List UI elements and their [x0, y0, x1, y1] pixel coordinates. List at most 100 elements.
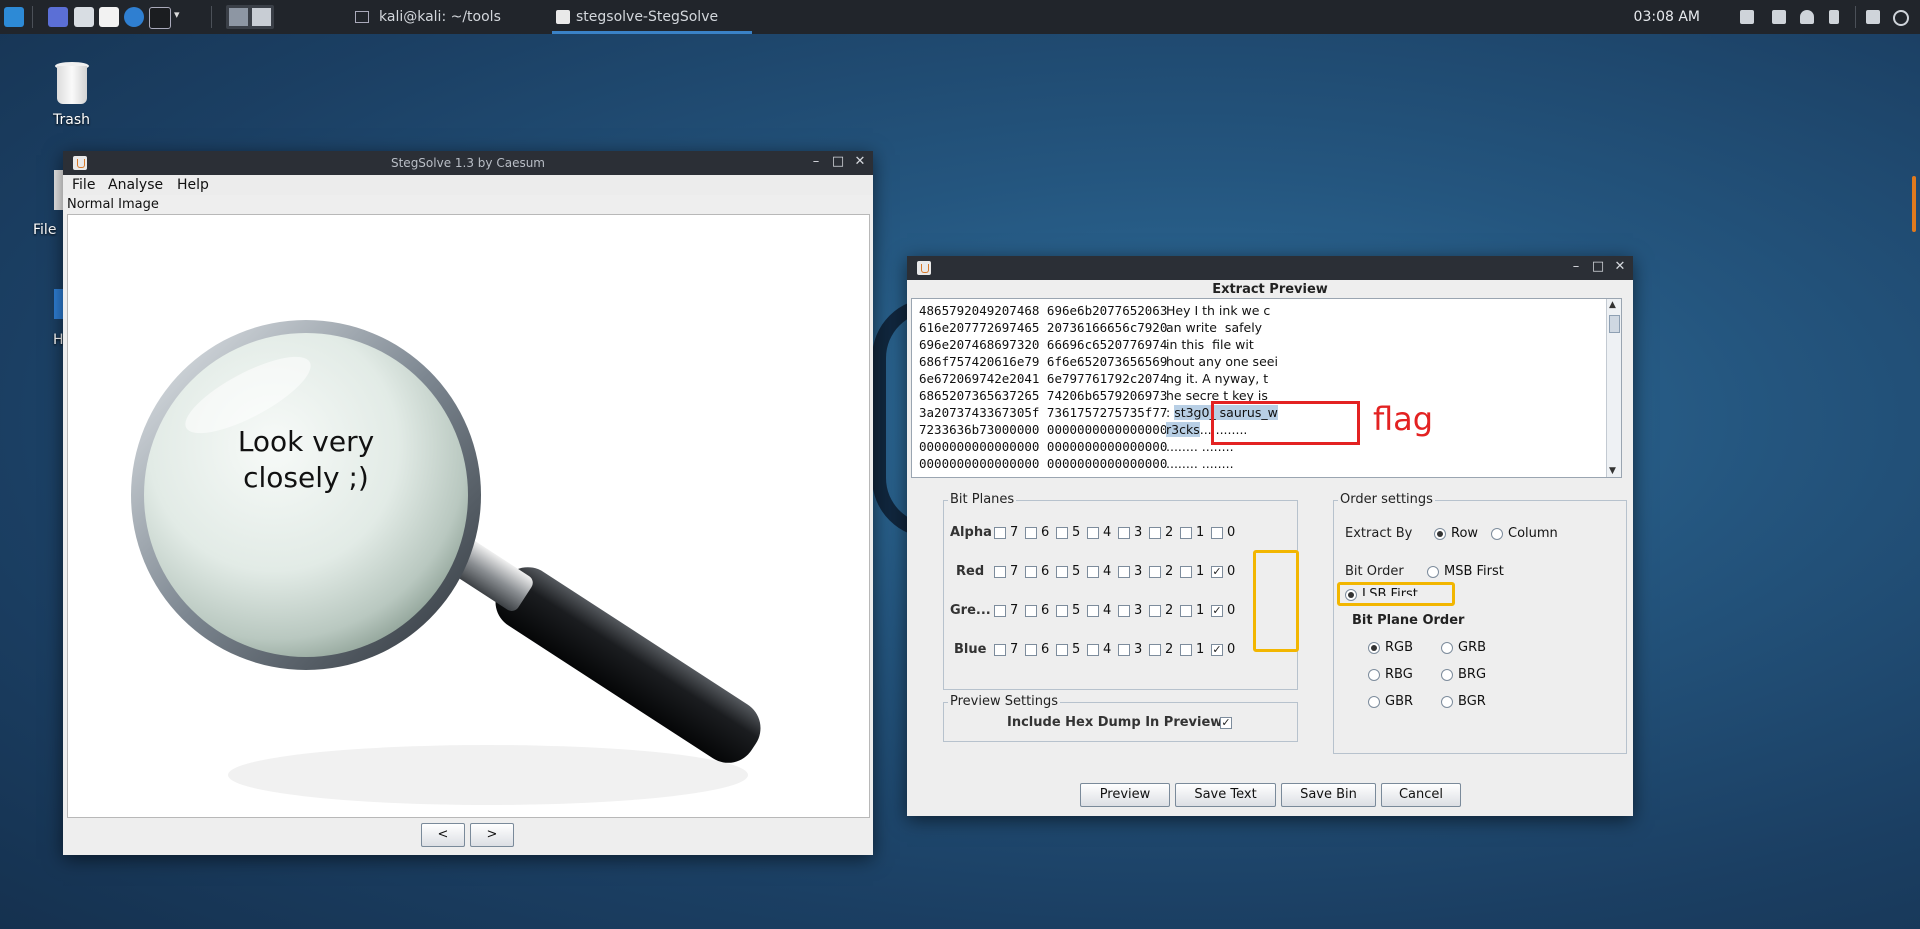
bit-checkbox[interactable] — [1149, 527, 1161, 539]
notification-bell-icon[interactable] — [1800, 10, 1814, 24]
bit-checkbox[interactable] — [994, 605, 1006, 617]
maximize-icon[interactable]: □ — [831, 155, 845, 169]
titlebar[interactable]: – □ ✕ — [907, 256, 1633, 280]
bit-checkbox[interactable] — [1180, 566, 1192, 578]
kali-menu-icon[interactable] — [4, 7, 24, 27]
chevron-down-icon[interactable]: ▾ — [174, 8, 180, 21]
bit-checkbox[interactable] — [1056, 644, 1068, 656]
bit-checkbox[interactable] — [1087, 644, 1099, 656]
save-text-button[interactable]: Save Text — [1175, 783, 1276, 807]
menu-analyse[interactable]: Analyse — [108, 177, 163, 193]
bit-checkbox[interactable] — [1118, 566, 1130, 578]
plane-order-label[interactable]: GBR — [1385, 694, 1413, 709]
bit-checkbox[interactable] — [1149, 644, 1161, 656]
menu-help[interactable]: Help — [177, 177, 209, 193]
task-stegsolve[interactable]: stegsolve-StegSolve — [552, 0, 752, 34]
vertical-scrollbar[interactable]: ▲ ▼ — [1606, 299, 1621, 477]
workspace-2[interactable] — [252, 8, 271, 26]
menu-file[interactable]: File — [72, 177, 95, 193]
power-icon[interactable] — [1893, 10, 1909, 26]
scroll-down-icon[interactable]: ▼ — [1609, 466, 1616, 476]
save-bin-button[interactable]: Save Bin — [1281, 783, 1376, 807]
plane-order-label[interactable]: RGB — [1385, 640, 1413, 655]
bit-checkbox[interactable] — [1056, 566, 1068, 578]
bit-checkbox[interactable] — [1180, 605, 1192, 617]
bit-checkbox[interactable] — [994, 644, 1006, 656]
close-icon[interactable]: ✕ — [1613, 260, 1627, 274]
cancel-button[interactable]: Cancel — [1381, 783, 1461, 807]
bit-checkbox[interactable] — [1180, 644, 1192, 656]
clock[interactable]: 03:08 AM — [1634, 0, 1700, 34]
trash-label[interactable]: Trash — [53, 112, 90, 128]
text-editor-icon[interactable] — [99, 7, 119, 27]
next-button[interactable]: > — [470, 823, 514, 847]
java-task-icon — [556, 10, 570, 24]
bit-checkbox[interactable] — [994, 527, 1006, 539]
bit-checkbox[interactable]: ✓ — [1211, 644, 1223, 656]
plane-order-radio[interactable] — [1368, 642, 1380, 654]
msb-first-label[interactable]: MSB First — [1444, 564, 1504, 579]
image-caption-line2: closely ;) — [243, 461, 369, 494]
bit-checkbox[interactable] — [1149, 566, 1161, 578]
extract-by-row-label[interactable]: Row — [1451, 526, 1478, 541]
volume-icon[interactable] — [1772, 10, 1786, 24]
display-icon[interactable] — [1740, 10, 1754, 24]
desktop-icon[interactable] — [48, 7, 68, 27]
hex-dump-checkbox[interactable]: ✓ — [1220, 717, 1232, 729]
extract-by-column-radio[interactable] — [1491, 528, 1503, 540]
bit-checkbox[interactable] — [1025, 566, 1037, 578]
bit-checkbox[interactable]: ✓ — [1211, 566, 1223, 578]
trash-icon[interactable] — [53, 62, 91, 104]
task-terminal[interactable]: kali@kali: ~/tools — [355, 0, 535, 34]
scroll-thumb[interactable] — [1609, 315, 1620, 333]
ascii-text: Hey I th ink we c — [1166, 303, 1271, 318]
bit-checkbox[interactable] — [1149, 605, 1161, 617]
msb-first-radio[interactable] — [1427, 566, 1439, 578]
extract-by-row-radio[interactable] — [1434, 528, 1446, 540]
battery-icon[interactable] — [1829, 10, 1839, 24]
prev-button[interactable]: < — [421, 823, 465, 847]
preview-button[interactable]: Preview — [1080, 783, 1170, 807]
plane-order-label[interactable]: RBG — [1385, 667, 1413, 682]
workspace-switcher[interactable] — [226, 5, 274, 29]
plane-order-radio[interactable] — [1368, 669, 1380, 681]
lock-icon[interactable] — [1866, 10, 1880, 24]
bit-checkbox[interactable] — [1118, 527, 1130, 539]
bit-checkbox[interactable] — [1180, 527, 1192, 539]
maximize-icon[interactable]: □ — [1591, 260, 1605, 274]
plane-order-radio[interactable] — [1368, 696, 1380, 708]
close-icon[interactable]: ✕ — [853, 155, 867, 169]
plane-order-label[interactable]: BGR — [1458, 694, 1486, 709]
scroll-up-icon[interactable]: ▲ — [1609, 300, 1616, 310]
bit-checkbox[interactable] — [1087, 605, 1099, 617]
minimize-icon[interactable]: – — [1569, 260, 1583, 274]
bit-checkbox[interactable] — [1211, 527, 1223, 539]
minimize-icon[interactable]: – — [809, 155, 823, 169]
file-system-label[interactable]: File — [33, 222, 56, 238]
bit-checkbox[interactable] — [1118, 644, 1130, 656]
plane-order-radio[interactable] — [1441, 642, 1453, 654]
bit-checkbox[interactable] — [1087, 527, 1099, 539]
bit-checkbox[interactable] — [1118, 605, 1130, 617]
bit-checkbox[interactable]: ✓ — [1211, 605, 1223, 617]
bit-checkbox[interactable] — [1025, 644, 1037, 656]
bit-checkbox[interactable] — [1087, 566, 1099, 578]
file-manager-icon[interactable] — [74, 7, 94, 27]
titlebar[interactable]: StegSolve 1.3 by Caesum – □ ✕ — [63, 151, 873, 175]
bit-checkbox[interactable] — [994, 566, 1006, 578]
plane-order-label[interactable]: BRG — [1458, 667, 1486, 682]
bit-checkbox[interactable] — [1025, 527, 1037, 539]
browser-icon[interactable] — [124, 7, 144, 27]
hex-line: 6e672069742e2041 6e797761792c2074 — [919, 371, 1168, 386]
workspace-1[interactable] — [229, 8, 248, 26]
plane-order-label[interactable]: GRB — [1458, 640, 1486, 655]
plane-order-radio[interactable] — [1441, 696, 1453, 708]
bit-checkbox[interactable] — [1056, 527, 1068, 539]
extract-by-column-label[interactable]: Column — [1508, 526, 1558, 541]
preview-text-area[interactable]: 4865792049207468 696e6b2077652063 Hey I t… — [911, 298, 1622, 478]
terminal-icon[interactable] — [149, 7, 171, 29]
bit-checkbox[interactable] — [1056, 605, 1068, 617]
plane-order-radio[interactable] — [1441, 669, 1453, 681]
home-label[interactable]: H — [53, 332, 64, 348]
bit-checkbox[interactable] — [1025, 605, 1037, 617]
